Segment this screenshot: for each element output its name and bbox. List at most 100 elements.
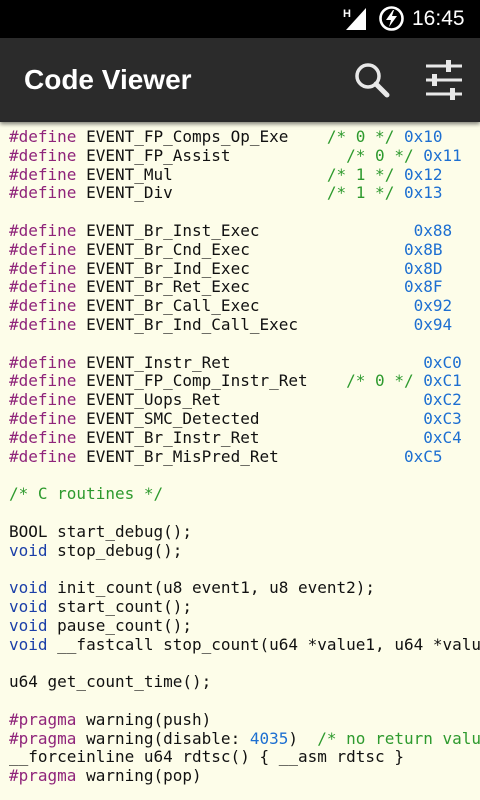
code-line: void stop_debug(); [9, 540, 480, 561]
code-line: void start_count(); [9, 596, 480, 617]
number-token: 0x10 [403, 128, 443, 146]
code-text: EVENT_Br_MisPred_Ret [76, 446, 404, 466]
comment-token: /* 0 */ [346, 371, 414, 391]
code-text: warning(pop) [76, 766, 202, 786]
number-token: 0xC3 [423, 408, 462, 428]
preprocessor-token: #define [9, 408, 77, 428]
code-text: EVENT_FP_Comp_Instr_Ret [76, 371, 347, 391]
preprocessor-token: #define [9, 371, 77, 391]
number-token: 0x12 [403, 164, 443, 184]
number-token: 0xC5 [403, 446, 443, 466]
code-text: EVENT_Uops_Ret [76, 390, 424, 410]
code-line: #define EVENT_Br_Cnd_Exec 0x8B [9, 239, 480, 260]
code-line: /* C routines */ [9, 484, 480, 504]
code-text: EVENT_Br_Instr_Ret [76, 427, 424, 447]
code-text: warning(disable: [76, 728, 250, 748]
code-text: EVENT_FP_Comps_Op_Exe [76, 128, 327, 146]
settings-sliders-icon [426, 60, 462, 100]
code-text: EVENT_SMC_Detected [76, 408, 424, 428]
code-text: warning(push) [76, 709, 212, 729]
code-line: #define EVENT_Br_Ret_Exec 0x8F [9, 277, 480, 297]
preprocessor-token: #pragma [9, 728, 77, 748]
code-line: #define EVENT_SMC_Detected 0xC3 [9, 408, 480, 429]
code-text: stop_debug(); [47, 540, 183, 560]
comment-token: /* 1 */ [326, 183, 395, 203]
code-text: start_count(); [47, 596, 193, 616]
code-text: EVENT_Div [76, 183, 327, 203]
code-text: EVENT_FP_Assist [76, 145, 347, 165]
code-line: #define EVENT_Br_Call_Exec 0x92 [9, 296, 480, 316]
code-line: __forceinline u64 rdtsc() { __asm rdtsc … [9, 747, 480, 767]
preprocessor-token: #define [9, 314, 77, 334]
code-line: #define EVENT_FP_Assist /* 0 */ 0x11 [9, 145, 480, 166]
number-token: 0x8B [403, 239, 443, 259]
code-line: #define EVENT_Br_Ind_Call_Exec 0x94 [9, 314, 480, 335]
keyword-token: void [9, 634, 48, 654]
preprocessor-token: #define [9, 277, 77, 297]
number-token: 0x92 [413, 296, 453, 316]
preprocessor-token: #define [9, 446, 77, 466]
number-token: 0x94 [413, 314, 453, 334]
preprocessor-token: #define [9, 183, 77, 203]
code-text: EVENT_Br_Cnd_Exec [76, 239, 404, 259]
comment-token: /* no return valu [317, 728, 480, 748]
code-line: BOOL start_debug(); [9, 522, 480, 542]
preprocessor-token: #define [9, 220, 77, 240]
keyword-token: void [9, 615, 48, 635]
number-token: 0xC4 [423, 427, 462, 447]
code-line: #define EVENT_Div /* 1 */ 0x13 [9, 183, 480, 203]
preprocessor-token: #define [9, 145, 77, 165]
number-token: 0x8D [403, 258, 443, 278]
comment-token: /* 0 */ [326, 128, 395, 146]
preprocessor-token: #define [9, 239, 77, 259]
code-line: #define EVENT_Br_Instr_Ret 0xC4 [9, 427, 480, 448]
preprocessor-token: #pragma [9, 766, 77, 786]
number-token: 0x11 [423, 145, 462, 165]
code-text: pause_count(); [47, 615, 193, 635]
code-text: ) [288, 728, 318, 748]
keyword-token: void [9, 540, 48, 560]
preprocessor-token: #pragma [9, 709, 77, 729]
code-line: #define EVENT_Br_MisPred_Ret 0xC5 [9, 446, 480, 467]
code-line: #pragma warning(push) [9, 709, 480, 730]
code-line: #define EVENT_Uops_Ret 0xC2 [9, 390, 480, 410]
code-line: void init_count(u8 event1, u8 event2); [9, 578, 480, 598]
status-bar: H 16:45 [0, 0, 480, 38]
app-title: Code Viewer [24, 64, 192, 95]
app-toolbar: Code Viewer [0, 38, 480, 122]
code-text: EVENT_Br_Ret_Exec [76, 277, 404, 297]
code-line: #define EVENT_Br_Ind_Exec 0x8D [9, 258, 480, 279]
number-token: 0xC2 [423, 390, 462, 410]
preprocessor-token: #define [9, 128, 77, 146]
comment-token: /* 0 */ [346, 145, 414, 165]
code-view[interactable]: #define EVENT_FP_Comps_Op_Exe /* 0 */ 0x… [9, 128, 480, 800]
number-token: 4035 [249, 728, 289, 748]
preprocessor-token: #define [9, 296, 77, 316]
settings-button[interactable] [422, 58, 466, 102]
code-line: #define EVENT_FP_Comp_Instr_Ret /* 0 */ … [9, 371, 480, 391]
number-token: 0x8F [403, 277, 443, 297]
code-text: EVENT_Mul [76, 164, 327, 184]
search-icon [355, 63, 390, 98]
comment-token: /* C routines */ [9, 484, 164, 504]
code-line: u64 get_count_time(); [9, 672, 480, 692]
code-text: EVENT_Instr_Ret [76, 352, 424, 372]
code-text: EVENT_Br_Ind_Call_Exec [76, 314, 414, 334]
preprocessor-token: #define [9, 164, 77, 184]
search-button[interactable] [350, 58, 394, 102]
comment-token: /* 1 */ [326, 164, 395, 184]
keyword-token: void [9, 596, 48, 616]
mobile-signal-icon: H [343, 8, 366, 30]
code-line: #define EVENT_Instr_Ret 0xC0 [9, 352, 480, 373]
code-text: EVENT_Br_Call_Exec [76, 296, 414, 316]
